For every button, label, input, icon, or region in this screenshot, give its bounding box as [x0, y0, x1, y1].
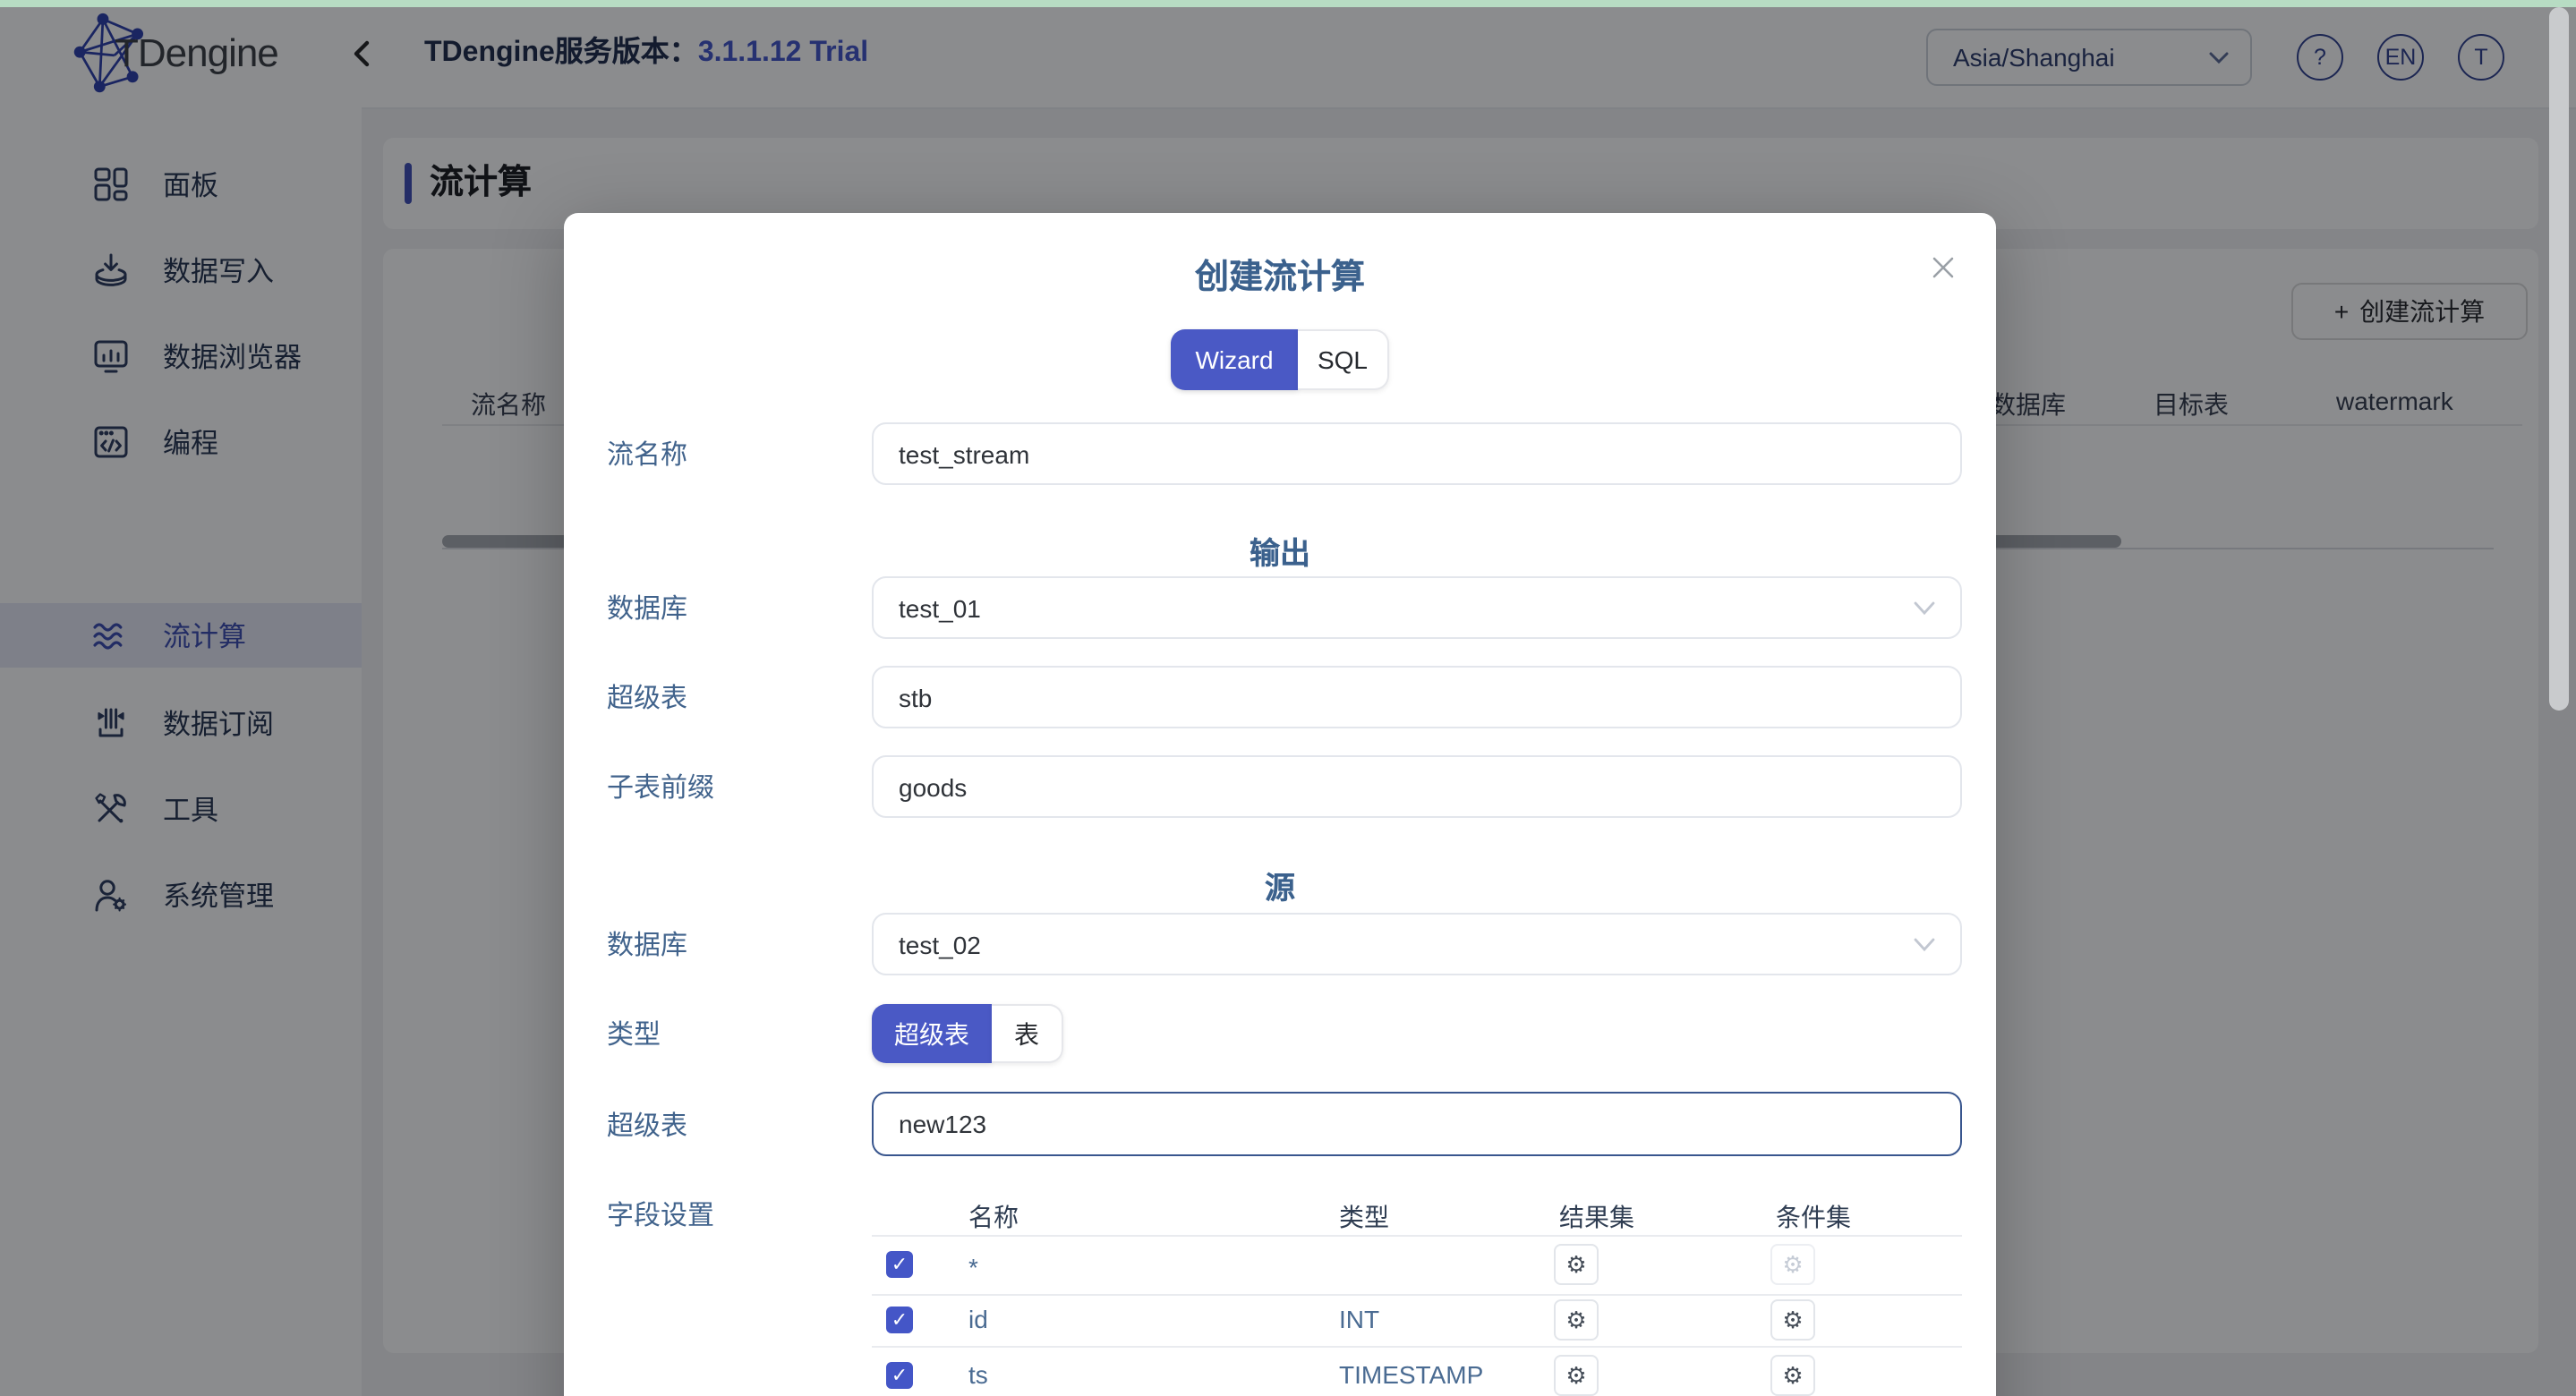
source-type-label: 类型 [607, 1004, 661, 1063]
output-stable-input[interactable] [872, 666, 1962, 728]
field-col-result-set: 结果集 [1559, 1199, 1634, 1235]
tab-sql[interactable]: SQL [1298, 329, 1389, 390]
check-icon: ✓ [891, 1364, 908, 1387]
result-set-gear-button[interactable]: ⚙ [1554, 1355, 1599, 1396]
v-scrollbar-thumb[interactable] [2549, 7, 2569, 711]
source-stable-label: 超级表 [607, 1092, 687, 1156]
modal-title: 创建流计算 [564, 251, 1996, 299]
subtable-prefix-input[interactable] [872, 755, 1962, 818]
type-option-table[interactable]: 表 [992, 1004, 1063, 1063]
output-section-title: 输出 [564, 528, 1996, 573]
condition-set-gear-button: ⚙ [1770, 1244, 1815, 1285]
field-table-divider [872, 1346, 1962, 1348]
condition-set-gear-button[interactable]: ⚙ [1770, 1355, 1815, 1396]
type-option-supertable[interactable]: 超级表 [872, 1004, 992, 1063]
top-green-strip [0, 0, 2576, 7]
gear-icon: ⚙ [1782, 1250, 1803, 1279]
output-stable-label: 超级表 [607, 666, 687, 728]
stream-name-label: 流名称 [607, 422, 687, 485]
chevron-down-icon [1914, 600, 1935, 615]
gear-icon: ⚙ [1782, 1361, 1803, 1390]
check-icon: ✓ [891, 1253, 908, 1276]
subtable-prefix-label: 子表前缀 [607, 755, 714, 818]
source-db-select[interactable]: test_02 [872, 913, 1962, 975]
field-name: id [968, 1305, 988, 1333]
field-table-divider [872, 1294, 1962, 1296]
app-root: TDengine TDengine服务版本：3.1.1.12 Trial Asi… [0, 0, 2576, 1396]
field-table-divider [872, 1235, 1962, 1237]
check-icon: ✓ [891, 1308, 908, 1332]
row-checkbox[interactable]: ✓ [886, 1362, 913, 1389]
output-db-label: 数据库 [607, 576, 687, 639]
stream-name-input[interactable] [872, 422, 1962, 485]
field-col-type: 类型 [1339, 1199, 1389, 1235]
modal-close-button[interactable] [1928, 252, 1957, 281]
field-type: INT [1339, 1305, 1379, 1333]
result-set-gear-button[interactable]: ⚙ [1554, 1244, 1599, 1285]
condition-set-gear-button[interactable]: ⚙ [1770, 1299, 1815, 1341]
field-col-condition-set: 条件集 [1776, 1199, 1851, 1235]
result-set-gear-button[interactable]: ⚙ [1554, 1299, 1599, 1341]
gear-icon: ⚙ [1565, 1250, 1586, 1279]
field-name: ts [968, 1360, 988, 1389]
source-db-label: 数据库 [607, 913, 687, 975]
field-col-name: 名称 [968, 1199, 1019, 1235]
field-type: TIMESTAMP [1339, 1360, 1483, 1389]
gear-icon: ⚙ [1565, 1306, 1586, 1334]
output-db-value: test_01 [899, 593, 1914, 622]
gear-icon: ⚙ [1782, 1306, 1803, 1334]
close-icon [1931, 255, 1954, 278]
row-checkbox[interactable]: ✓ [886, 1251, 913, 1278]
chevron-down-icon [1914, 937, 1935, 951]
source-db-value: test_02 [899, 930, 1914, 958]
gear-icon: ⚙ [1565, 1361, 1586, 1390]
source-stable-input[interactable] [872, 1092, 1962, 1156]
tab-wizard[interactable]: Wizard [1171, 329, 1298, 390]
field-name: * [968, 1253, 978, 1281]
source-section-title: 源 [564, 863, 1996, 907]
row-checkbox[interactable]: ✓ [886, 1307, 913, 1333]
output-db-select[interactable]: test_01 [872, 576, 1962, 639]
field-settings-label: 字段设置 [607, 1194, 714, 1233]
create-stream-modal: 创建流计算 Wizard SQL 流名称 输出 数据库 test_01 超级表 … [564, 213, 1996, 1396]
